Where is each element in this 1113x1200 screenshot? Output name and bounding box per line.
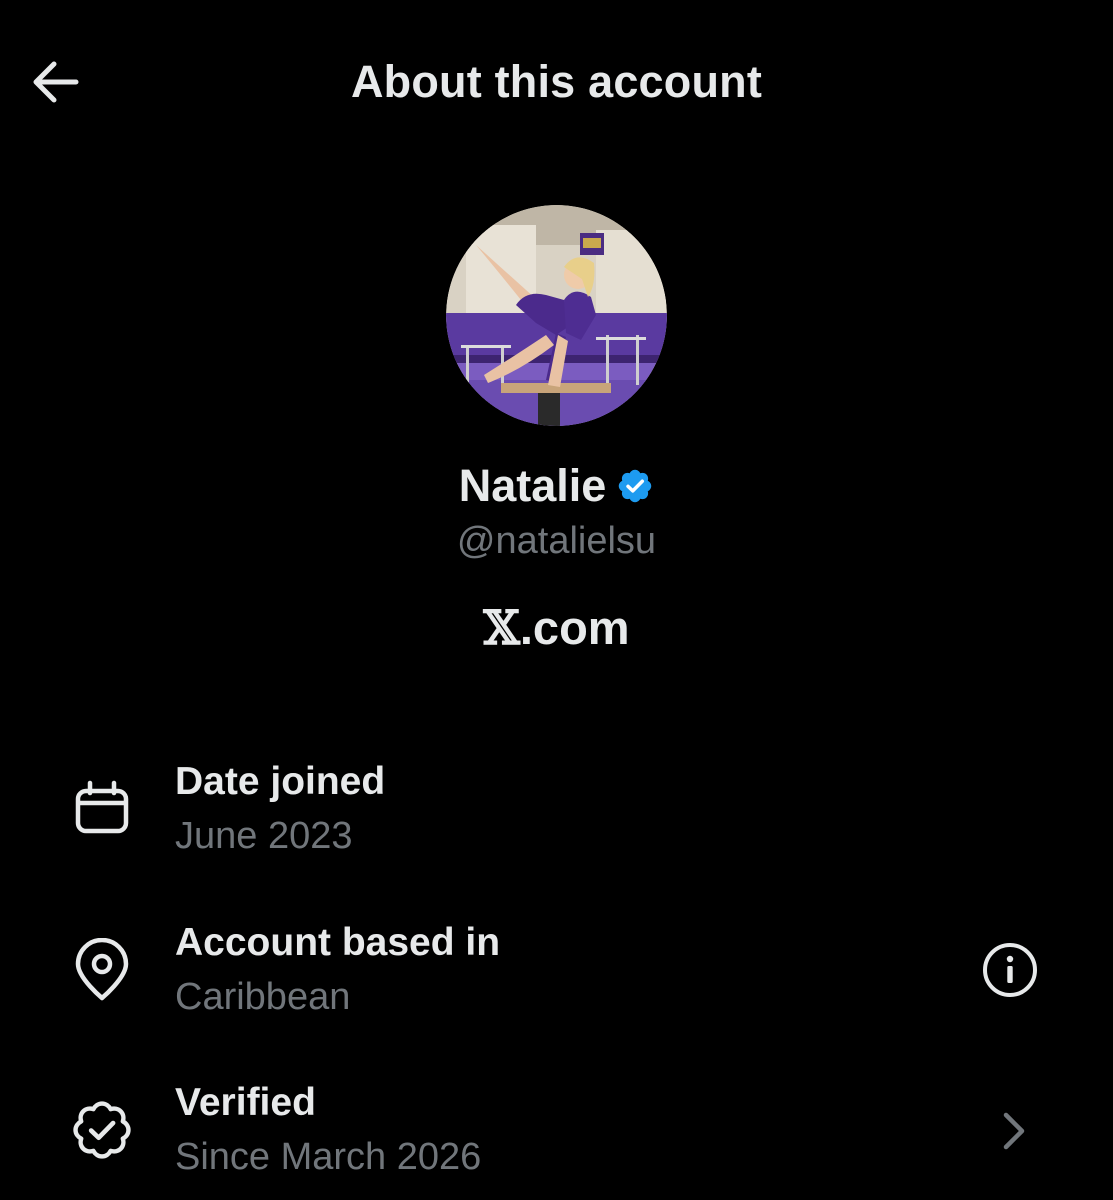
handle: @natalielsu bbox=[456, 520, 657, 562]
site-domain: .com bbox=[519, 601, 630, 654]
page-title: About this account bbox=[350, 56, 763, 107]
date-joined-label: Date joined bbox=[175, 760, 386, 803]
name-row: Natalie bbox=[0, 460, 1113, 512]
display-name: Natalie bbox=[458, 460, 607, 511]
date-joined-row: Date joined June 2023 bbox=[0, 755, 1113, 875]
info-button[interactable] bbox=[980, 940, 1040, 1000]
account-based-in-label: Account based in bbox=[175, 921, 501, 964]
calendar-icon bbox=[70, 777, 134, 841]
verified-seal-icon bbox=[70, 1098, 134, 1162]
date-joined-value: June 2023 bbox=[175, 815, 353, 857]
profile-photo bbox=[446, 205, 667, 426]
header: About this account bbox=[0, 0, 1113, 166]
verified-row[interactable]: Verified Since March 2026 bbox=[0, 1076, 1113, 1196]
verified-label: Verified bbox=[175, 1081, 316, 1124]
site-label: 𝕏.com bbox=[0, 600, 1113, 656]
avatar[interactable] bbox=[446, 205, 667, 426]
info-icon bbox=[983, 943, 1037, 997]
verified-value: Since March 2026 bbox=[175, 1136, 482, 1178]
chevron-right-icon bbox=[1003, 1112, 1025, 1150]
x-logo: 𝕏 bbox=[483, 601, 520, 656]
account-based-in-row[interactable]: Account based in Caribbean bbox=[0, 916, 1113, 1036]
verified-details-button[interactable] bbox=[990, 1106, 1036, 1156]
verified-badge-icon bbox=[616, 467, 654, 505]
account-based-in-value: Caribbean bbox=[175, 976, 351, 1018]
location-pin-icon bbox=[70, 938, 134, 1002]
